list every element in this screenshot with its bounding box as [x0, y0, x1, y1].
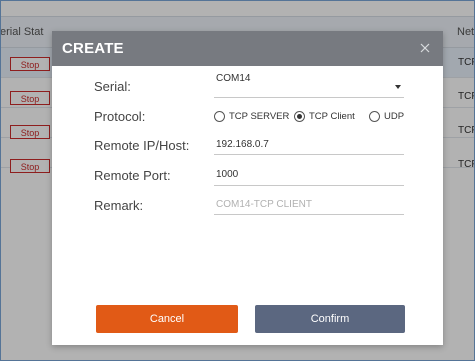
- radio-circle-icon: [369, 110, 380, 122]
- radio-udp[interactable]: UDP: [369, 109, 404, 123]
- protocol-label: Protocol:: [94, 109, 146, 124]
- serial-select[interactable]: [214, 97, 404, 98]
- remote-port-underline[interactable]: [214, 185, 404, 186]
- serial-label: Serial:: [94, 79, 131, 94]
- remark-underline[interactable]: [214, 214, 404, 215]
- confirm-button[interactable]: Confirm: [255, 305, 405, 333]
- radio-label: UDP: [384, 110, 405, 122]
- remote-ip-label: Remote IP/Host:: [94, 138, 190, 153]
- radio-circle-icon: [214, 110, 225, 122]
- serial-select-value[interactable]: COM14: [216, 73, 250, 84]
- chevron-down-icon[interactable]: [395, 85, 401, 89]
- dialog-title: CREATE: [62, 40, 124, 57]
- radio-tcp-client[interactable]: TCP Client: [294, 109, 355, 123]
- radio-tcp-server[interactable]: TCP SERVER: [214, 109, 289, 123]
- remote-ip-underline[interactable]: [214, 154, 404, 155]
- radio-label: TCP SERVER: [229, 110, 290, 122]
- radio-selected-icon: [294, 110, 305, 122]
- remote-port-label: Remote Port:: [94, 168, 171, 183]
- remote-ip-input[interactable]: 192.168.0.7: [216, 139, 269, 150]
- cancel-button[interactable]: Cancel: [96, 305, 238, 333]
- radio-label: TCP Client: [309, 110, 355, 122]
- remark-input[interactable]: COM14-TCP CLIENT: [216, 199, 312, 210]
- create-dialog: CREATE Serial: COM14 Protocol: TCP SERVE…: [52, 31, 443, 345]
- close-icon[interactable]: [417, 40, 433, 56]
- remark-label: Remark:: [94, 198, 144, 213]
- dialog-header: CREATE: [52, 31, 443, 66]
- remote-port-input[interactable]: 1000: [216, 169, 238, 180]
